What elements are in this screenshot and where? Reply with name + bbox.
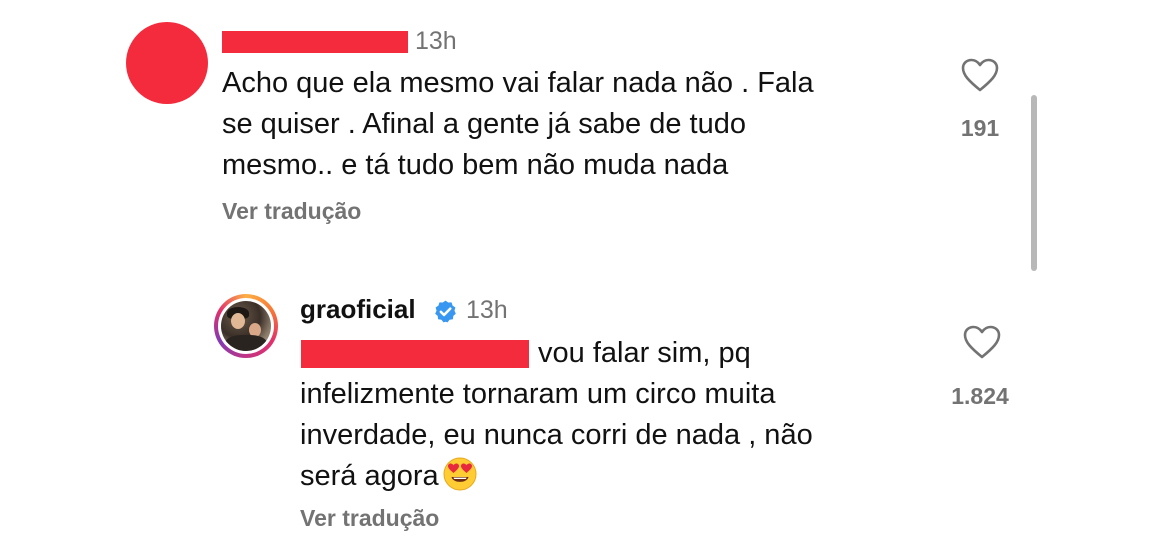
commenter-avatar[interactable] <box>126 22 208 104</box>
verified-badge-icon <box>435 300 456 323</box>
see-translation-link[interactable]: Ver tradução <box>300 505 439 532</box>
redacted-username <box>222 31 408 53</box>
like-count: 1.824 <box>951 383 1009 409</box>
reply-timestamp: 13h <box>466 296 508 324</box>
scrollbar[interactable] <box>1031 95 1037 271</box>
comments-screen: 13h Acho que ela mesmo vai falar nada nã… <box>0 0 1176 546</box>
heart-outline-icon[interactable] <box>960 57 1000 93</box>
reply-text-first-line: vou falar sim, pq <box>538 337 751 369</box>
reply-username[interactable]: graoficial <box>300 294 416 325</box>
heart-eyes-emoji <box>443 457 477 491</box>
see-translation-link[interactable]: Ver tradução <box>222 198 361 225</box>
redacted-mention <box>301 340 529 368</box>
reply-text: infelizmente tornaram um circo muita inv… <box>300 378 813 492</box>
comment-text: Acho que ela mesmo vai falar nada não . … <box>222 67 814 181</box>
reply-avatar[interactable] <box>214 294 278 358</box>
heart-outline-icon[interactable] <box>962 324 1002 360</box>
comment-timestamp: 13h <box>415 27 457 55</box>
like-count: 191 <box>960 115 1000 141</box>
